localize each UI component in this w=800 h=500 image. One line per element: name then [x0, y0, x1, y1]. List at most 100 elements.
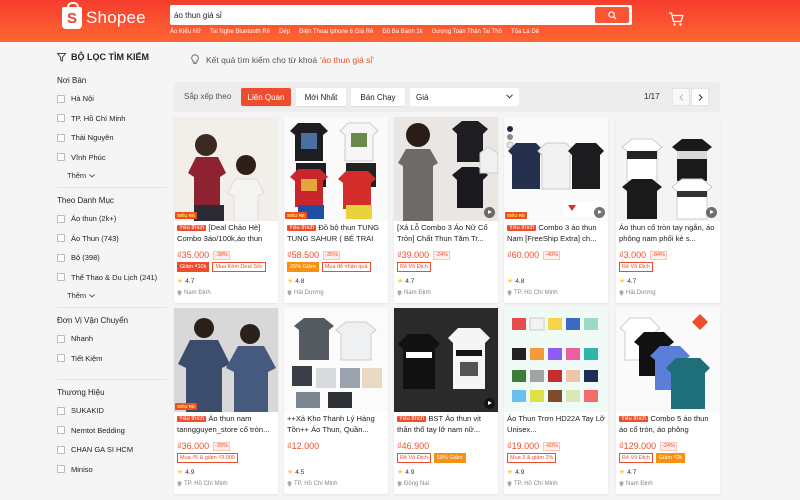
- checkbox[interactable]: [57, 94, 65, 103]
- location: Nam Định: [177, 290, 211, 296]
- product-name: ++Xả Kho Thanh Lý Hàng Tồn++ Áo Thun, Qu…: [287, 414, 385, 435]
- filter-option[interactable]: Tiết Kiệm: [57, 353, 167, 364]
- option-label: SUKAKID: [71, 406, 104, 415]
- checkbox[interactable]: [57, 114, 65, 122]
- suggestion-link[interactable]: Tai Nghe Bluetooth Rẻ: [210, 29, 270, 35]
- option-label: TP. Hồ Chí Minh: [71, 113, 126, 123]
- checkbox[interactable]: [57, 426, 65, 434]
- checkbox[interactable]: [57, 445, 65, 454]
- checkbox[interactable]: [57, 153, 65, 161]
- checkbox[interactable]: [57, 273, 65, 281]
- sort-bar: Sắp xếp theo Liên Quan Mới Nhất Bán Chạy…: [174, 82, 720, 112]
- promo-tag: Mua ₫5 & giảm ₫3.000: [177, 453, 238, 463]
- product-card[interactable]: Áo Thun Trơn HD22A Tay Lỡ Unisex... ₫19.…: [504, 308, 608, 494]
- checkbox[interactable]: [57, 253, 65, 262]
- checkbox[interactable]: [57, 234, 65, 242]
- product-name: Áo Thun Trơn HD22A Tay Lỡ Unisex...: [507, 414, 605, 435]
- checkbox[interactable]: [57, 354, 65, 362]
- rating-value: 4.9: [515, 468, 525, 476]
- suggestion-link[interactable]: Áo Kiểu Nữ: [170, 29, 201, 35]
- checkbox[interactable]: [57, 465, 65, 473]
- search-input[interactable]: [174, 5, 594, 25]
- product-photo: [174, 308, 278, 412]
- chevron-down-icon: [89, 173, 95, 178]
- option-label: Thái Nguyên: [71, 133, 114, 142]
- product-card[interactable]: Áo thun cổ tròn tay ngắn, áo phông nam p…: [616, 117, 720, 303]
- suggestion-link[interactable]: Đồ Bà Bành 1k: [382, 29, 422, 35]
- suggestion-link[interactable]: Tỏa Lá Dẻ: [511, 29, 539, 35]
- prev-page-button[interactable]: [672, 88, 690, 106]
- checkbox[interactable]: [57, 334, 65, 343]
- checkbox[interactable]: [57, 406, 65, 415]
- product-photo: [394, 308, 498, 412]
- filter-option[interactable]: Vĩnh Phúc: [57, 152, 167, 163]
- show-more-button[interactable]: Thêm: [67, 171, 167, 180]
- sort-relevance-button[interactable]: Liên Quan: [241, 88, 291, 106]
- price-value: ₫36.000: [177, 441, 210, 451]
- search-button[interactable]: [595, 7, 629, 23]
- product-price: ₫19.000 -60%: [507, 441, 560, 451]
- suggestion-link[interactable]: Điện Thoại Iphone 6 Giá Rẻ: [299, 29, 373, 35]
- star-icon: ★: [619, 278, 626, 285]
- star-icon: ★: [287, 278, 294, 285]
- filter-title: BỘ LỌC TÌM KIẾM: [57, 52, 167, 62]
- filter-option[interactable]: Nemtot Bedding: [57, 425, 167, 436]
- location: TP. Hồ Chí Minh: [287, 481, 338, 487]
- filter-icon: [57, 52, 66, 62]
- show-more-label: Thêm: [67, 291, 87, 300]
- rating: ★ 4.7: [619, 277, 637, 286]
- promo-tags: Rẻ Vô Địch: [397, 262, 431, 272]
- product-card[interactable]: SIÊU RẺ Yêu thích [Deal Chảo Hè] Combo 3á…: [174, 117, 278, 303]
- filter-section-shipping: Đơn Vị Vận Chuyển Nhanh Tiết Kiệm: [57, 316, 167, 380]
- filter-option[interactable]: SUKAKID: [57, 405, 167, 416]
- rating-value: 4.8: [295, 277, 305, 285]
- discount-badge: -24%: [660, 441, 677, 451]
- price-value: ₫129.000: [619, 441, 657, 451]
- suggestion-link[interactable]: Gương Toàn Thân Tai Thỏ: [432, 29, 502, 35]
- filter-option[interactable]: CHAN GA SI HCM: [57, 444, 167, 455]
- filter-option[interactable]: Hà Nội: [57, 93, 167, 104]
- product-photo: [504, 308, 608, 412]
- filter-option[interactable]: Thể Thao & Du Lịch (241): [57, 272, 167, 283]
- price-value: ₫46.900: [397, 441, 430, 451]
- rating-value: 4.7: [627, 277, 637, 285]
- filter-option[interactable]: Bộ (398): [57, 252, 167, 263]
- rating-value: 4.8: [515, 277, 525, 285]
- result-keyword: 'áo thun giá sỉ': [320, 54, 374, 65]
- favorite-badge: Yêu thích: [397, 416, 427, 422]
- promo-overlay-badge: SIÊU RẺ: [175, 403, 197, 410]
- product-card[interactable]: SIÊU RẺ Yêu thích Áo thun nam tanngguyen_…: [174, 308, 278, 494]
- filter-sidebar: BỘ LỌC TÌM KIẾM Nơi Bán Hà Nội TP. Hồ Ch…: [57, 52, 167, 498]
- filter-option[interactable]: TP. Hồ Chí Minh: [57, 113, 167, 124]
- next-page-button[interactable]: [691, 88, 709, 106]
- filter-option[interactable]: Nhanh: [57, 333, 167, 344]
- option-label: Áo Thun (743): [71, 233, 119, 243]
- filter-option[interactable]: Áo thun (2k+): [57, 213, 167, 224]
- shopee-logo[interactable]: S Shopee: [62, 2, 146, 30]
- cart-button[interactable]: [668, 12, 684, 32]
- product-card[interactable]: SIÊU RẺ Yêu thích Đồ bộ thun TUNG TUNG SA…: [284, 117, 388, 303]
- checkbox[interactable]: [57, 214, 65, 223]
- filter-option[interactable]: Miniso: [57, 464, 167, 475]
- video-play-icon: [594, 207, 605, 218]
- product-price: ₫39.000 -24%: [397, 250, 450, 260]
- price-sort-select[interactable]: Giá: [410, 88, 519, 106]
- product-card[interactable]: Yêu thích BST Áo thun vịt thần thổ tay lỡ…: [394, 308, 498, 494]
- product-card[interactable]: ++Xả Kho Thanh Lý Hàng Tồn++ Áo Thun, Qu…: [284, 308, 388, 494]
- checkbox[interactable]: [57, 133, 65, 142]
- product-price: ₫60.000 -40%: [507, 250, 560, 260]
- sort-newest-button[interactable]: Mới Nhất: [296, 88, 346, 106]
- promo-tag: Rẻ Vô Địch: [619, 453, 653, 463]
- product-card[interactable]: SIÊU RẺ Yêu thích Combo 3 áo thun Nam [Fr…: [504, 117, 608, 303]
- product-card[interactable]: [Xả Lỗ Combo 3 Áo Nữ Cổ Tròn] Chất Thun …: [394, 117, 498, 303]
- product-name: Yêu thích Combo 5 áo thun áo cổ tròn, áo …: [619, 414, 717, 435]
- star-icon: ★: [397, 469, 404, 476]
- show-more-button[interactable]: Thêm: [67, 291, 167, 300]
- filter-option[interactable]: Thái Nguyên: [57, 132, 167, 143]
- product-card[interactable]: Yêu thích Combo 5 áo thun áo cổ tròn, áo …: [616, 308, 720, 494]
- suggestion-link[interactable]: Dép: [279, 29, 290, 35]
- product-image: SIÊU RẺ: [284, 117, 388, 221]
- star-icon: ★: [177, 278, 184, 285]
- sort-bestselling-button[interactable]: Bán Chạy: [351, 88, 405, 106]
- filter-option[interactable]: Áo Thun (743): [57, 233, 167, 244]
